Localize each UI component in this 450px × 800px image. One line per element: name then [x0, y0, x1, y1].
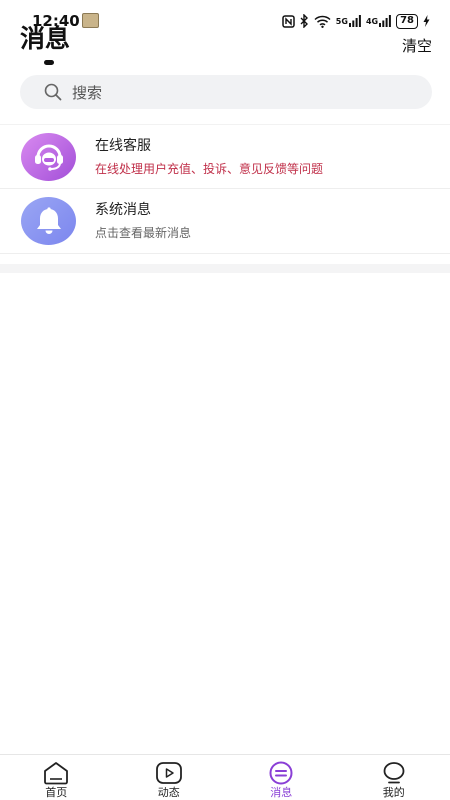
- profile-icon: [383, 762, 405, 784]
- charging-icon: [423, 15, 430, 27]
- wifi-icon: [314, 15, 331, 28]
- tab-profile[interactable]: 我的: [338, 755, 450, 800]
- list-item-online-service[interactable]: 在线客服 在线处理用户充值、投诉、意见反馈等问题: [0, 124, 450, 189]
- search-bar[interactable]: 搜索: [20, 75, 432, 109]
- battery-icon: 78: [396, 13, 418, 29]
- message-subtitle: 点击查看最新消息: [95, 226, 192, 240]
- message-list: 在线客服 在线处理用户充值、投诉、意见反馈等问题 系统消息 点击查看最新消息: [0, 124, 450, 254]
- page-title: 消息: [20, 24, 71, 53]
- message-title: 在线客服: [95, 138, 151, 154]
- home-icon: [44, 762, 69, 785]
- tab-label: 首页: [45, 786, 68, 799]
- tab-label: 动态: [157, 786, 180, 799]
- message-icon: [269, 761, 293, 785]
- status-bar: 12:40 5G 4G 78: [0, 0, 450, 30]
- clear-button[interactable]: 清空: [402, 37, 432, 55]
- message-subtitle: 在线处理用户充值、投诉、意见反馈等问题: [95, 162, 324, 176]
- nfc-icon: [282, 14, 295, 28]
- headset-icon: [21, 133, 76, 181]
- tab-feed[interactable]: 动态: [113, 755, 226, 800]
- bottom-tab-bar: 首页 动态 消息 我的: [0, 754, 450, 800]
- search-icon: [44, 83, 62, 101]
- section-divider: [0, 264, 450, 273]
- network2-label: 4G: [365, 16, 379, 26]
- message-title: 系统消息: [95, 202, 151, 218]
- title-indicator: [44, 60, 54, 65]
- signal-5g-icon: 5G: [336, 15, 361, 27]
- status-icons: 5G 4G 78: [282, 13, 430, 29]
- play-icon: [155, 762, 182, 784]
- tab-label: 我的: [382, 786, 405, 799]
- signal-4g-icon: 4G: [366, 15, 391, 27]
- tab-messages[interactable]: 消息: [225, 755, 338, 800]
- tab-home[interactable]: 首页: [0, 755, 113, 800]
- bell-icon: [21, 197, 76, 245]
- bluetooth-icon: [300, 14, 309, 28]
- tab-label: 消息: [270, 786, 293, 799]
- messages-screen: 12:40 5G 4G 78 消息 清空 搜索 在线客服 在线处理用户充值、投诉…: [0, 0, 450, 800]
- list-item-system-messages[interactable]: 系统消息 点击查看最新消息: [0, 189, 450, 254]
- notification-thumbnail-icon: [82, 13, 99, 28]
- network-label: 5G: [335, 16, 348, 26]
- search-input[interactable]: 搜索: [72, 82, 102, 103]
